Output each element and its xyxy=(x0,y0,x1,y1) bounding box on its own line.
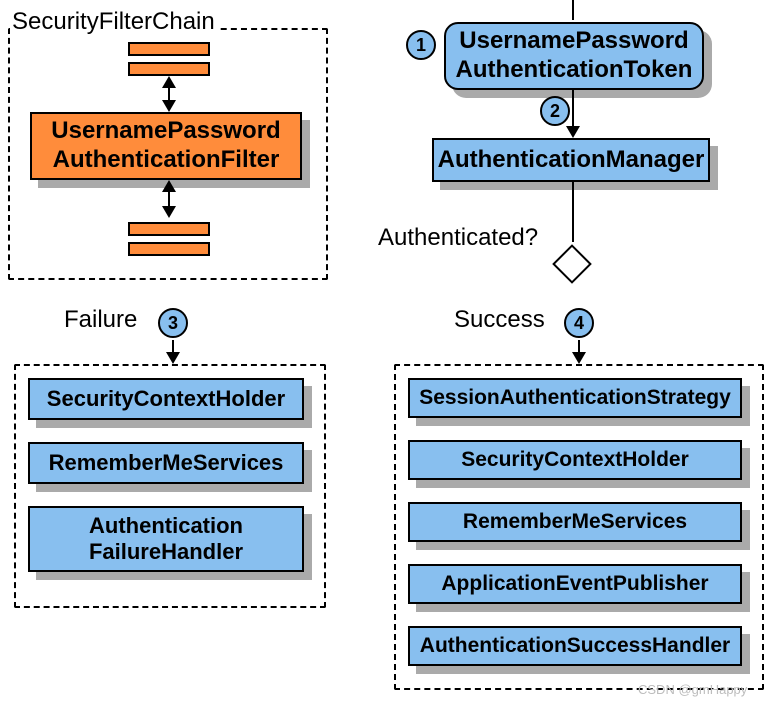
failure-label: Failure xyxy=(64,306,137,334)
token-node: UsernamePassword AuthenticationToken xyxy=(444,22,704,90)
badge-3: 3 xyxy=(158,308,188,338)
filter-stack-bottom xyxy=(128,222,210,236)
decision-diamond xyxy=(552,244,592,284)
badge-1: 1 xyxy=(406,30,436,60)
entry-line xyxy=(572,0,574,20)
fail-item3: Authentication FailureHandler xyxy=(28,506,304,572)
succ-item3: RememberMeServices xyxy=(408,502,742,542)
succ-item5-text: AuthenticationSuccessHandler xyxy=(420,633,730,658)
token-l2: AuthenticationToken xyxy=(456,56,693,85)
succ-item5: AuthenticationSuccessHandler xyxy=(408,626,742,666)
token-l1: UsernamePassword xyxy=(459,27,688,56)
manager-text: AuthenticationManager xyxy=(438,146,705,175)
badge-4: 4 xyxy=(564,308,594,338)
main-filter-line2: AuthenticationFilter xyxy=(53,146,280,175)
succ-item4-text: ApplicationEventPublisher xyxy=(441,571,708,596)
arrow-head-down xyxy=(162,100,176,112)
filter-stack-bottom2 xyxy=(128,242,210,256)
success-label: Success xyxy=(454,306,545,334)
filter-stack-top2 xyxy=(128,62,210,76)
manager-node: AuthenticationManager xyxy=(432,138,710,182)
arrow-head-manager xyxy=(566,126,580,138)
main-filter-line1: UsernamePassword xyxy=(51,117,280,146)
authenticated-label: Authenticated? xyxy=(378,224,538,252)
arrow-head-failure xyxy=(166,352,180,364)
arrow-head-down2 xyxy=(162,206,176,218)
filter-chain-title: SecurityFilterChain xyxy=(10,8,217,36)
fail-item1: SecurityContextHolder xyxy=(28,378,304,420)
fail-item3-l1: Authentication xyxy=(89,513,243,539)
succ-item1-text: SessionAuthenticationStrategy xyxy=(419,385,731,410)
succ-item2-text: SecurityContextHolder xyxy=(461,447,689,472)
main-filter-node: UsernamePassword AuthenticationFilter xyxy=(30,112,302,180)
succ-item2: SecurityContextHolder xyxy=(408,440,742,480)
arrow-head-success xyxy=(572,352,586,364)
badge-2: 2 xyxy=(540,96,570,126)
succ-item1: SessionAuthenticationStrategy xyxy=(408,378,742,418)
line-to-diamond xyxy=(572,182,574,242)
diagram-canvas: SecurityFilterChain UsernamePassword Aut… xyxy=(0,0,771,702)
succ-item3-text: RememberMeServices xyxy=(463,509,687,534)
fail-item2-text: RememberMeServices xyxy=(49,450,284,476)
filter-stack-top xyxy=(128,42,210,56)
succ-item4: ApplicationEventPublisher xyxy=(408,564,742,604)
arrow-head-up2 xyxy=(162,180,176,192)
fail-item3-l2: FailureHandler xyxy=(89,539,243,565)
arrow-head-up xyxy=(162,76,176,88)
fail-item2: RememberMeServices xyxy=(28,442,304,484)
watermark: CSDN @gmHappy xyxy=(638,682,747,697)
fail-item1-text: SecurityContextHolder xyxy=(47,386,285,412)
